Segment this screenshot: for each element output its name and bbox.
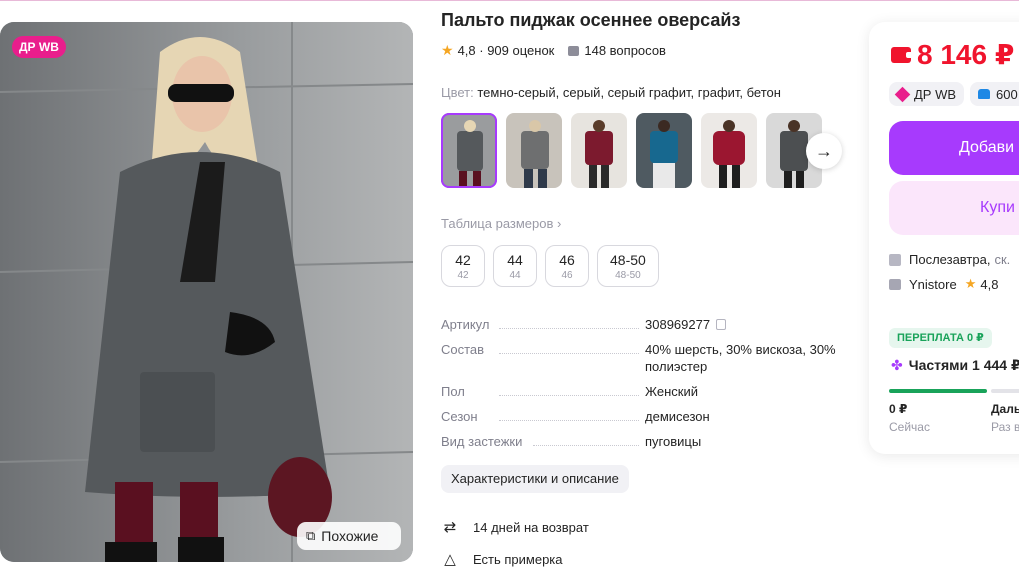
similar-label: Похожие [321,528,379,544]
reviews-link[interactable]: 909 оценок [487,43,554,58]
size-option[interactable]: 46 46 [545,245,589,287]
color-row: Цвет: темно-серый, серый, серый графит, … [441,85,781,100]
specs-list: Артикул 308969277 Состав 40% шерсть, 30%… [441,316,845,458]
color-thumb[interactable] [506,113,562,188]
size-option[interactable]: 42 42 [441,245,485,287]
pay-now: 0 ₽ Сейчас [889,402,930,434]
color-thumb[interactable] [701,113,757,188]
hanger-icon: △ [444,551,456,567]
color-value: темно-серый, серый, серый графит, графит… [477,85,781,100]
return-label: 14 дней на возврат [473,519,589,535]
store-row[interactable]: Ynistore ★ 4,8 [889,276,998,292]
pay-later-amount: Даль [991,402,1019,416]
chip-bonus[interactable]: 600 [970,82,1019,106]
spec-row: Артикул 308969277 [441,316,845,333]
promo-badge: ДР WB [12,36,66,58]
size-value: 48-50 [610,251,646,268]
return-icon: ⇄ [443,519,457,536]
size-table-link[interactable]: Таблица размеров › [441,216,561,231]
star-icon: ★ [441,42,454,58]
question-icon [568,45,580,56]
similar-button[interactable]: ⧉ Похожие [297,522,401,550]
chip-dr-label: ДР WB [914,86,957,102]
similar-icon: ⧉ [306,528,316,543]
fitting-perk: △ Есть примерка [441,550,563,567]
size-value: 46 [559,251,575,268]
rating-value: 4,8 [457,43,476,58]
delivery-more: ск. [994,252,1011,267]
size-ru: 44 [509,269,521,281]
store-rating: 4,8 [980,276,999,292]
rating-row: ★ 4,8 · 909 оценок 148 вопросов [441,42,666,58]
spec-key: Вид застежки [441,434,523,449]
thumbs-next-button[interactable]: → [806,133,842,169]
clover-icon: ✤ [891,357,903,373]
buy-now-button[interactable]: Купи [889,181,1019,235]
star-icon: ★ [964,276,977,291]
size-option[interactable]: 44 44 [493,245,537,287]
spec-row: Сезон демисезон [441,408,845,425]
spec-key: Состав [441,342,485,357]
pay-later: Даль Раз в [991,402,1019,434]
installments[interactable]: ✤ Частями 1 444 ₽ [891,357,1019,374]
wallet-icon [891,46,913,63]
color-thumbnails [441,113,822,188]
installments-label: Частями 1 444 ₽ [908,357,1019,373]
copy-icon[interactable] [716,319,727,330]
spec-key: Пол [441,384,465,399]
pay-now-amount: 0 ₽ [889,402,908,416]
bonus-icon [978,89,991,99]
spec-row: Состав 40% шерсть, 30% вискоза, 30% поли… [441,341,845,375]
color-thumb[interactable] [571,113,627,188]
return-perk: ⇄ 14 дней на возврат [441,518,589,536]
diamond-icon [894,86,911,102]
price-value: 8 146 ₽ [917,39,1015,70]
store-name: Ynistore [909,276,957,292]
arrow-right-icon: → [815,140,833,161]
spec-value: 40% шерсть, 30% вискоза, 30% полиэстер [645,342,836,374]
delivery-row: Послезавтра, ск. [889,252,1010,267]
spec-key: Сезон [441,409,478,424]
delivery-label: Послезавтра, [909,252,991,267]
spec-value: 308969277 [645,317,711,332]
spec-value: пуговицы [645,434,702,449]
size-table-label: Таблица размеров [441,216,554,231]
pay-now-label: Сейчас [889,420,930,434]
fitting-label: Есть примерка [473,551,563,567]
top-divider [0,0,1019,1]
overpay-badge: ПЕРЕПЛАТА 0 ₽ [889,328,992,348]
color-thumb[interactable] [636,113,692,188]
spec-value: демисезон [645,409,710,424]
size-ru: 46 [561,269,573,281]
chip-dr[interactable]: ДР WB [889,82,965,106]
size-value: 44 [507,251,523,268]
main-product-photo[interactable]: ДР WB ⧉ Похожие [0,22,413,562]
spec-row: Пол Женский [441,383,845,400]
promo-chips: ДР WB 600 [889,82,1019,106]
size-ru: 42 [457,269,469,281]
questions-link[interactable]: 148 вопросов [584,43,666,58]
box-icon [889,253,901,266]
installment-progress-now [889,389,987,393]
chip-bonus-label: 600 [996,86,1018,102]
characteristics-button[interactable]: Характеристики и описание [441,465,629,493]
price: 8 146 ₽ [891,38,1014,71]
size-value: 42 [455,251,471,268]
add-to-cart-button[interactable]: Добави [889,121,1019,175]
color-thumb[interactable] [441,113,497,188]
spec-value: Женский [645,384,698,399]
store-icon [889,278,901,290]
spec-key: Артикул [441,317,490,332]
installment-progress-later [991,389,1019,393]
spec-row: Вид застежки пуговицы [441,433,845,450]
chevron-right-icon: › [553,216,562,231]
size-option[interactable]: 48-50 48-50 [597,245,659,287]
pay-later-label: Раз в [991,420,1019,434]
size-ru: 48-50 [615,269,641,281]
size-selector: 42 42 44 44 46 46 48-50 48-50 [441,245,659,287]
product-title: Пальто пиджак осеннее оверсайз [441,10,741,30]
color-label: Цвет: [441,85,474,100]
